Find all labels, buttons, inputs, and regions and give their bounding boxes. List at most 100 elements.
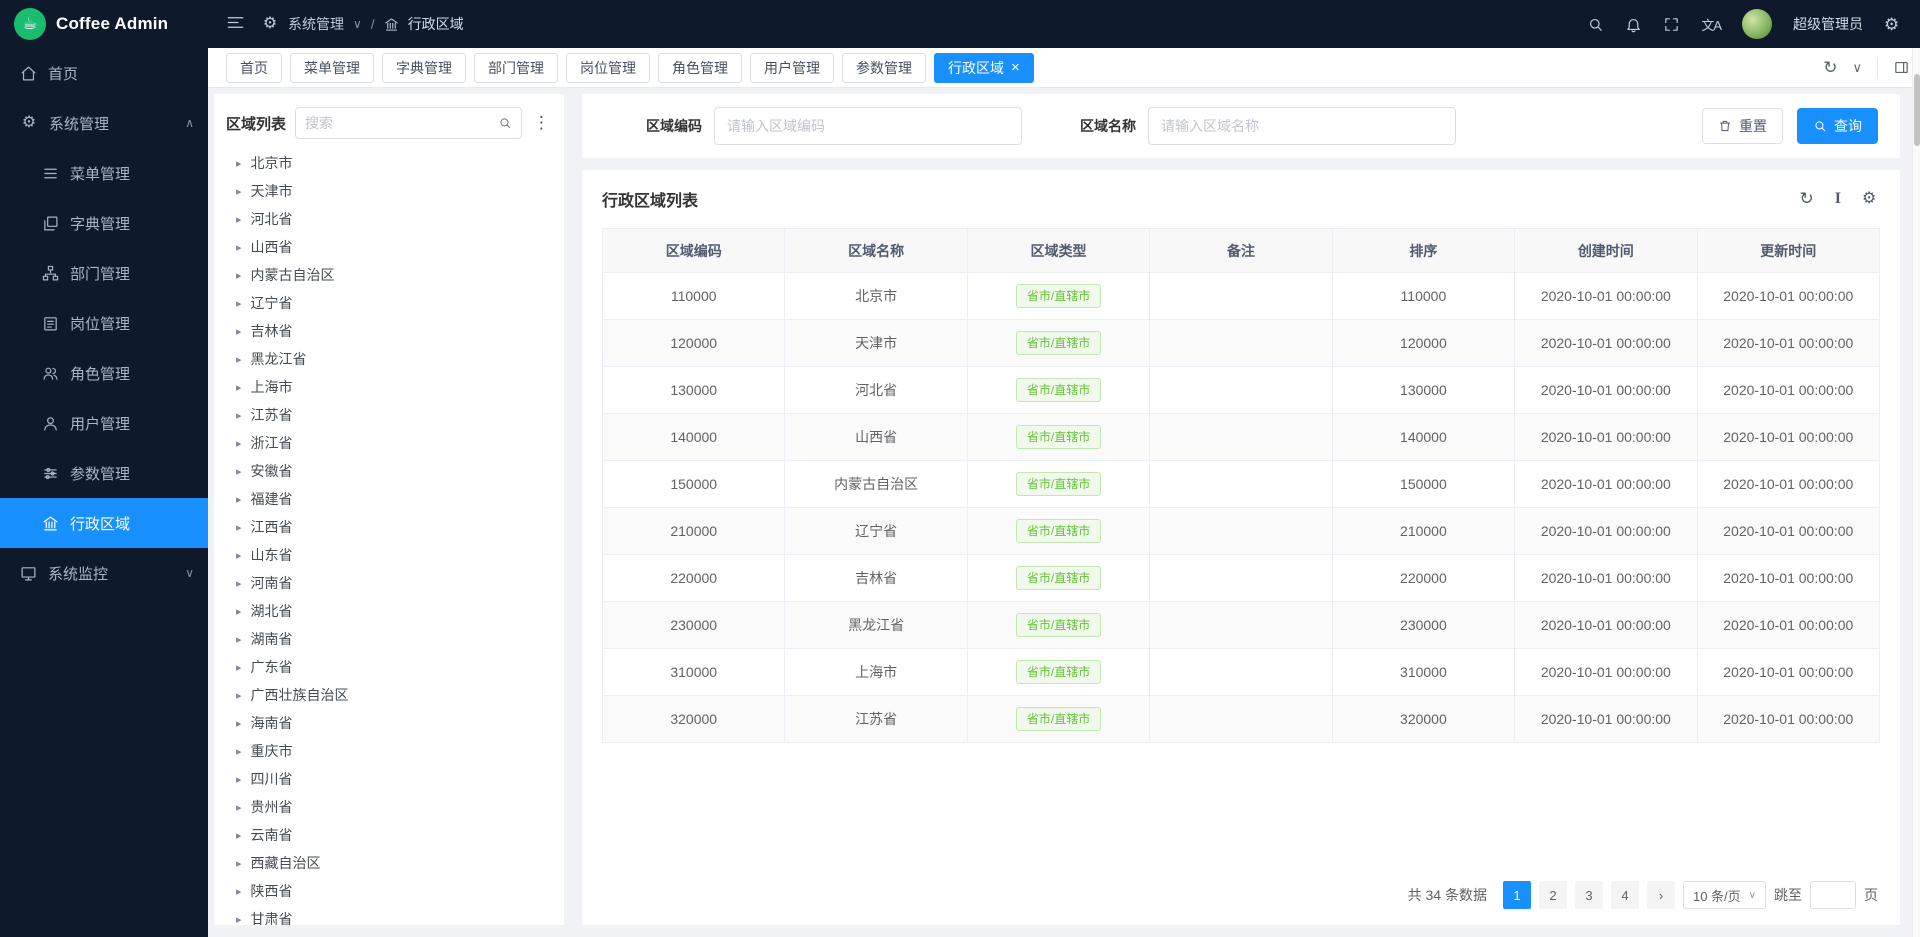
chevron-down-icon[interactable]: ∨ bbox=[1852, 60, 1862, 76]
tree-item[interactable]: ▸ 重庆市 bbox=[226, 737, 552, 765]
fullscreen-icon[interactable] bbox=[1663, 16, 1680, 33]
tree-item[interactable]: ▸ 福建省 bbox=[226, 485, 552, 513]
search-icon[interactable] bbox=[498, 116, 512, 130]
avatar[interactable] bbox=[1742, 9, 1772, 39]
tree-item[interactable]: ▸ 广东省 bbox=[226, 653, 552, 681]
tree-item[interactable]: ▸ 河南省 bbox=[226, 569, 552, 597]
sidebar-item-home[interactable]: 首页 bbox=[0, 48, 208, 98]
gear-icon[interactable]: ⚙ bbox=[1884, 16, 1902, 33]
tree-item[interactable]: ▸ 内蒙古自治区 bbox=[226, 261, 552, 289]
tree-item[interactable]: ▸ 天津市 bbox=[226, 177, 552, 205]
tab[interactable]: 字典管理 × bbox=[382, 53, 466, 83]
main-area: ⚙ 系统管理 ∨ / 行政区域 文A 超级管理员 bbox=[208, 0, 1920, 937]
close-icon[interactable]: × bbox=[1011, 60, 1020, 75]
sidebar-item-region[interactable]: 行政区域 bbox=[0, 498, 208, 548]
tab[interactable]: 部门管理 × bbox=[474, 53, 558, 83]
tab[interactable]: 菜单管理 × bbox=[290, 53, 374, 83]
gear-icon[interactable]: ⚙ bbox=[1862, 191, 1880, 207]
topbar: ⚙ 系统管理 ∨ / 行政区域 文A 超级管理员 bbox=[208, 0, 1920, 48]
tree-item[interactable]: ▸ 陕西省 bbox=[226, 877, 552, 905]
jump-page-input[interactable] bbox=[1810, 881, 1856, 909]
tree-item[interactable]: ▸ 湖北省 bbox=[226, 597, 552, 625]
page-size-select[interactable]: 10 条/页 ∨ bbox=[1683, 881, 1766, 909]
region-code-input[interactable] bbox=[714, 107, 1022, 145]
table-row[interactable]: 130000 河北省 省市/直辖市 130000 2020-10-01 00:0… bbox=[603, 367, 1880, 414]
tab[interactable]: 行政区域 × bbox=[934, 53, 1034, 83]
tree-item[interactable]: ▸ 山东省 bbox=[226, 541, 552, 569]
tree-item[interactable]: ▸ 黑龙江省 bbox=[226, 345, 552, 373]
table-row[interactable]: 320000 江苏省 省市/直辖市 320000 2020-10-01 00:0… bbox=[603, 696, 1880, 743]
tree-item[interactable]: ▸ 云南省 bbox=[226, 821, 552, 849]
table-row[interactable]: 220000 吉林省 省市/直辖市 220000 2020-10-01 00:0… bbox=[603, 555, 1880, 602]
tree-item[interactable]: ▸ 湖南省 bbox=[226, 625, 552, 653]
page-button[interactable]: 3 bbox=[1575, 881, 1603, 909]
tree-item[interactable]: ▸ 上海市 bbox=[226, 373, 552, 401]
tree-item[interactable]: ▸ 贵州省 bbox=[226, 793, 552, 821]
reset-button[interactable]: 重置 bbox=[1702, 108, 1783, 144]
sidebar-group-system[interactable]: ⚙ 系统管理 ∧ bbox=[0, 98, 208, 148]
cell-updated-time: 2020-10-01 00:00:00 bbox=[1697, 696, 1879, 743]
table-row[interactable]: 110000 北京市 省市/直辖市 110000 2020-10-01 00:0… bbox=[603, 273, 1880, 320]
more-options-icon[interactable]: ⋮ bbox=[531, 113, 552, 133]
sidebar-item-post-mgmt[interactable]: 岗位管理 bbox=[0, 298, 208, 348]
column-adjust-icon[interactable]: I bbox=[1835, 190, 1841, 208]
tree-item[interactable]: ▸ 江苏省 bbox=[226, 401, 552, 429]
column-header: 排序 bbox=[1332, 229, 1514, 273]
tree-item[interactable]: ▸ 海南省 bbox=[226, 709, 552, 737]
search-button[interactable]: 查询 bbox=[1797, 108, 1878, 144]
tree-item[interactable]: ▸ 广西壮族自治区 bbox=[226, 681, 552, 709]
sidebar-item-param-mgmt[interactable]: 参数管理 bbox=[0, 448, 208, 498]
tab[interactable]: 角色管理 × bbox=[658, 53, 742, 83]
tree-item[interactable]: ▸ 辽宁省 bbox=[226, 289, 552, 317]
vertical-scrollbar[interactable] bbox=[1912, 48, 1920, 937]
tree-item[interactable]: ▸ 吉林省 bbox=[226, 317, 552, 345]
page-button[interactable]: 2 bbox=[1539, 881, 1567, 909]
refresh-icon[interactable]: ↻ bbox=[1800, 189, 1814, 209]
tree-item[interactable]: ▸ 四川省 bbox=[226, 765, 552, 793]
tree-item[interactable]: ▸ 甘肃省 bbox=[226, 905, 552, 925]
region-type-badge: 省市/直辖市 bbox=[1016, 519, 1101, 544]
tree-item[interactable]: ▸ 安徽省 bbox=[226, 457, 552, 485]
table-row[interactable]: 150000 内蒙古自治区 省市/直辖市 150000 2020-10-01 0… bbox=[603, 461, 1880, 508]
translate-icon[interactable]: 文A bbox=[1701, 15, 1721, 34]
tab[interactable]: 首页 × bbox=[226, 53, 282, 83]
layout-panel-icon[interactable] bbox=[1893, 59, 1910, 76]
breadcrumb-group[interactable]: 系统管理 bbox=[288, 14, 344, 34]
page-size-value: 10 条/页 bbox=[1693, 886, 1741, 905]
bell-icon[interactable] bbox=[1625, 16, 1642, 33]
sidebar-group-monitor[interactable]: 系统监控 ∨ bbox=[0, 548, 208, 598]
search-icon[interactable] bbox=[1587, 16, 1604, 33]
tree-item[interactable]: ▸ 北京市 bbox=[226, 149, 552, 177]
tab[interactable]: 参数管理 × bbox=[842, 53, 926, 83]
right-column: 区域编码 区域名称 重置 查询 bbox=[582, 94, 1900, 925]
table-row[interactable]: 230000 黑龙江省 省市/直辖市 230000 2020-10-01 00:… bbox=[603, 602, 1880, 649]
page-button[interactable]: 4 bbox=[1611, 881, 1639, 909]
table-row[interactable]: 140000 山西省 省市/直辖市 140000 2020-10-01 00:0… bbox=[603, 414, 1880, 461]
sidebar-collapse-icon[interactable] bbox=[226, 13, 245, 35]
next-page-button[interactable]: › bbox=[1647, 881, 1675, 909]
sidebar-item-user-mgmt[interactable]: 用户管理 bbox=[0, 398, 208, 448]
scrollbar-thumb[interactable] bbox=[1914, 74, 1920, 146]
tree-item[interactable]: ▸ 浙江省 bbox=[226, 429, 552, 457]
tab[interactable]: 用户管理 × bbox=[750, 53, 834, 83]
tree-item[interactable]: ▸ 山西省 bbox=[226, 233, 552, 261]
tree-item[interactable]: ▸ 西藏自治区 bbox=[226, 849, 552, 877]
table-row[interactable]: 120000 天津市 省市/直辖市 120000 2020-10-01 00:0… bbox=[603, 320, 1880, 367]
tree-search-input[interactable] bbox=[305, 115, 498, 131]
sidebar-item-dict-mgmt[interactable]: 字典管理 bbox=[0, 198, 208, 248]
sidebar-item-role-mgmt[interactable]: 角色管理 bbox=[0, 348, 208, 398]
table-row[interactable]: 210000 辽宁省 省市/直辖市 210000 2020-10-01 00:0… bbox=[603, 508, 1880, 555]
refresh-icon[interactable]: ↻ bbox=[1823, 58, 1837, 78]
tree-item-label: 海南省 bbox=[251, 713, 293, 733]
page-button[interactable]: 1 bbox=[1503, 881, 1531, 909]
tree-item[interactable]: ▸ 江西省 bbox=[226, 513, 552, 541]
sidebar-item-menu-mgmt[interactable]: 菜单管理 bbox=[0, 148, 208, 198]
current-username[interactable]: 超级管理员 bbox=[1793, 14, 1863, 34]
region-name-input[interactable] bbox=[1148, 107, 1456, 145]
chevron-right-icon: ▸ bbox=[236, 157, 242, 170]
tab[interactable]: 岗位管理 × bbox=[566, 53, 650, 83]
table-row[interactable]: 310000 上海市 省市/直辖市 310000 2020-10-01 00:0… bbox=[603, 649, 1880, 696]
tree-item[interactable]: ▸ 河北省 bbox=[226, 205, 552, 233]
tree-panel-title: 区域列表 bbox=[226, 113, 286, 134]
sidebar-item-dept-mgmt[interactable]: 部门管理 bbox=[0, 248, 208, 298]
